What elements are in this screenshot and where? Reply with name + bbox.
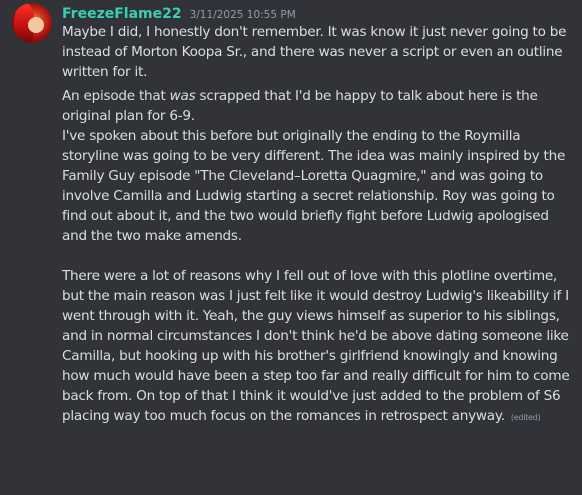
edited-label: (edited) <box>510 413 541 422</box>
message-header: FreezeFlame22 3/11/2025 10:55 PM <box>62 3 296 23</box>
avatar[interactable] <box>12 3 52 43</box>
message-paragraph: Maybe I did, I honestly don't remember. … <box>62 24 567 80</box>
avatar-face <box>28 17 44 33</box>
message-content: Maybe I did, I honestly don't remember. … <box>62 22 574 428</box>
paragraph-text: An episode that <box>62 88 170 104</box>
message-paragraph: An episode that was scrapped that I'd be… <box>62 86 574 126</box>
emphasis-text: was <box>169 88 196 104</box>
message-paragraph: I've spoken about this before but origin… <box>62 128 566 244</box>
chat-message: FreezeFlame22 3/11/2025 10:55 PM Maybe I … <box>0 0 582 495</box>
paragraph-text: There were a lot of reasons why I fell o… <box>62 268 570 424</box>
message-paragraph: There were a lot of reasons why I fell o… <box>62 266 574 428</box>
username[interactable]: FreezeFlame22 <box>62 5 182 23</box>
